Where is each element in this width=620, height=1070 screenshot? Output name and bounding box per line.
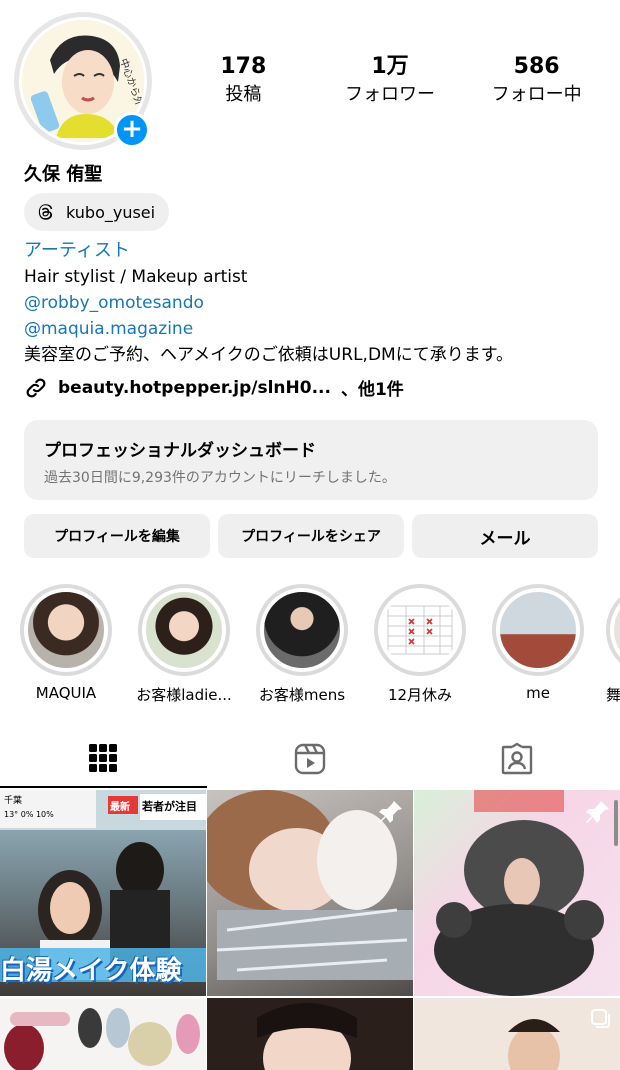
highlight-ladies-image xyxy=(142,588,226,672)
post-tile[interactable] xyxy=(414,998,620,1070)
profile-tabs xyxy=(0,730,620,788)
post-4-image xyxy=(4,1008,200,1070)
post-tile[interactable]: 最新 若者が注目 千葉 13° 0% 10% 白湯メイク体験 xyxy=(0,790,206,996)
share-profile-button[interactable]: プロフィールをシェア xyxy=(218,514,404,558)
highlight-label: お客様mens xyxy=(258,686,346,704)
profile-stats: 178 投稿 1万 フォロワー 586 フォロー中 xyxy=(170,52,610,108)
highlight-label: me xyxy=(526,684,550,702)
post-tile[interactable] xyxy=(207,998,413,1070)
followers-count: 1万 xyxy=(371,54,409,79)
pin-icon xyxy=(379,801,402,823)
highlight-label: MAQUIA xyxy=(35,684,97,702)
threads-handle: kubo_yusei xyxy=(66,202,156,222)
grid-icon xyxy=(89,744,118,772)
dashboard-title: プロフェッショナルダッシュボード xyxy=(44,441,316,461)
post-1-weather: 13° 0% 10% xyxy=(4,810,54,819)
tab-reels[interactable] xyxy=(207,730,414,788)
story-highlights: MAQUIA お客様ladie... お客様mens 12月休み me 舞 xyxy=(0,584,620,704)
link-url[interactable]: beauty.hotpepper.jp/slnH0... xyxy=(58,378,331,398)
highlight-maquia-image xyxy=(24,588,108,672)
highlight-label: 舞 xyxy=(606,686,620,704)
highlight-label: お客様ladie... xyxy=(136,686,232,704)
tab-posts-grid[interactable] xyxy=(0,730,207,788)
highlight-partial-image xyxy=(610,588,620,672)
posts-label: 投稿 xyxy=(225,84,262,105)
profile-name: 久保 侑聖 xyxy=(24,164,103,185)
link-icon xyxy=(26,378,46,397)
posts-count: 178 xyxy=(220,54,267,79)
post-tile[interactable] xyxy=(414,790,620,996)
post-5-image xyxy=(257,1003,357,1070)
bio-mention-maquia[interactable]: @maquia.magazine xyxy=(24,316,604,342)
tagged-icon xyxy=(501,742,532,775)
followers-stat[interactable]: 1万 フォロワー xyxy=(320,52,460,108)
mail-button[interactable]: メール xyxy=(412,514,598,558)
post-tile[interactable] xyxy=(0,998,206,1070)
bio-line-1: Hair stylist / Makeup artist xyxy=(24,267,248,287)
threads-icon xyxy=(38,204,53,220)
pin-icon xyxy=(586,801,609,823)
profile-category: アーティスト xyxy=(24,240,130,261)
highlight-mens[interactable]: お客様mens xyxy=(252,584,352,704)
post-1-caption: 白湯メイク体験 xyxy=(0,956,182,986)
highlight-mens-image xyxy=(260,588,344,672)
post-tile[interactable] xyxy=(207,790,413,996)
highlight-me-image xyxy=(496,588,580,672)
profile-bio: アーティスト Hair stylist / Makeup artist @rob… xyxy=(24,238,604,368)
highlight-me[interactable]: me xyxy=(488,584,588,702)
profile-link[interactable]: beauty.hotpepper.jp/slnH0... 、他1件 xyxy=(24,375,404,400)
highlight-calendar-image xyxy=(378,588,462,672)
post-1-weather-city: 千葉 xyxy=(4,796,23,806)
profile-action-buttons: プロフィールを編集 プロフィールをシェア メール xyxy=(24,514,598,558)
posts-stat[interactable]: 178 投稿 xyxy=(173,52,313,108)
highlight-partial[interactable]: 舞 xyxy=(602,584,620,704)
bio-mention-robby[interactable]: @robby_omotesando xyxy=(24,290,604,316)
post-1-top-text: 若者が注目 xyxy=(142,800,197,813)
following-label: フォロー中 xyxy=(491,84,582,105)
calendar-icon xyxy=(387,605,453,655)
tab-tagged[interactable] xyxy=(413,730,620,788)
dashboard-subtitle: 過去30日間に9,293件のアカウントにリーチしました。 xyxy=(44,470,396,486)
threads-badge[interactable]: kubo_yusei xyxy=(24,193,170,231)
link-more[interactable]: 、他1件 xyxy=(341,375,404,400)
followers-label: フォロワー xyxy=(344,84,435,105)
bio-line-2: 美容室のご予約、ヘアメイクのご依頼はURL,DMにて承ります。 xyxy=(24,345,513,365)
highlight-label: 12月休み xyxy=(387,686,453,704)
following-stat[interactable]: 586 フォロー中 xyxy=(467,52,607,108)
following-count: 586 xyxy=(513,54,560,79)
highlight-december-off[interactable]: 12月休み xyxy=(370,584,470,704)
add-story-button[interactable]: + xyxy=(114,112,150,148)
highlight-maquia[interactable]: MAQUIA xyxy=(16,584,116,702)
post-1-badge: 最新 xyxy=(110,802,130,813)
professional-dashboard[interactable]: プロフェッショナルダッシュボード 過去30日間に9,293件のアカウントにリーチ… xyxy=(24,420,598,500)
reels-icon xyxy=(294,743,326,775)
scrollbar[interactable] xyxy=(614,800,618,846)
carousel-icon xyxy=(591,1009,610,1028)
highlight-ladies[interactable]: お客様ladie... xyxy=(134,584,234,704)
edit-profile-button[interactable]: プロフィールを編集 xyxy=(24,514,210,558)
